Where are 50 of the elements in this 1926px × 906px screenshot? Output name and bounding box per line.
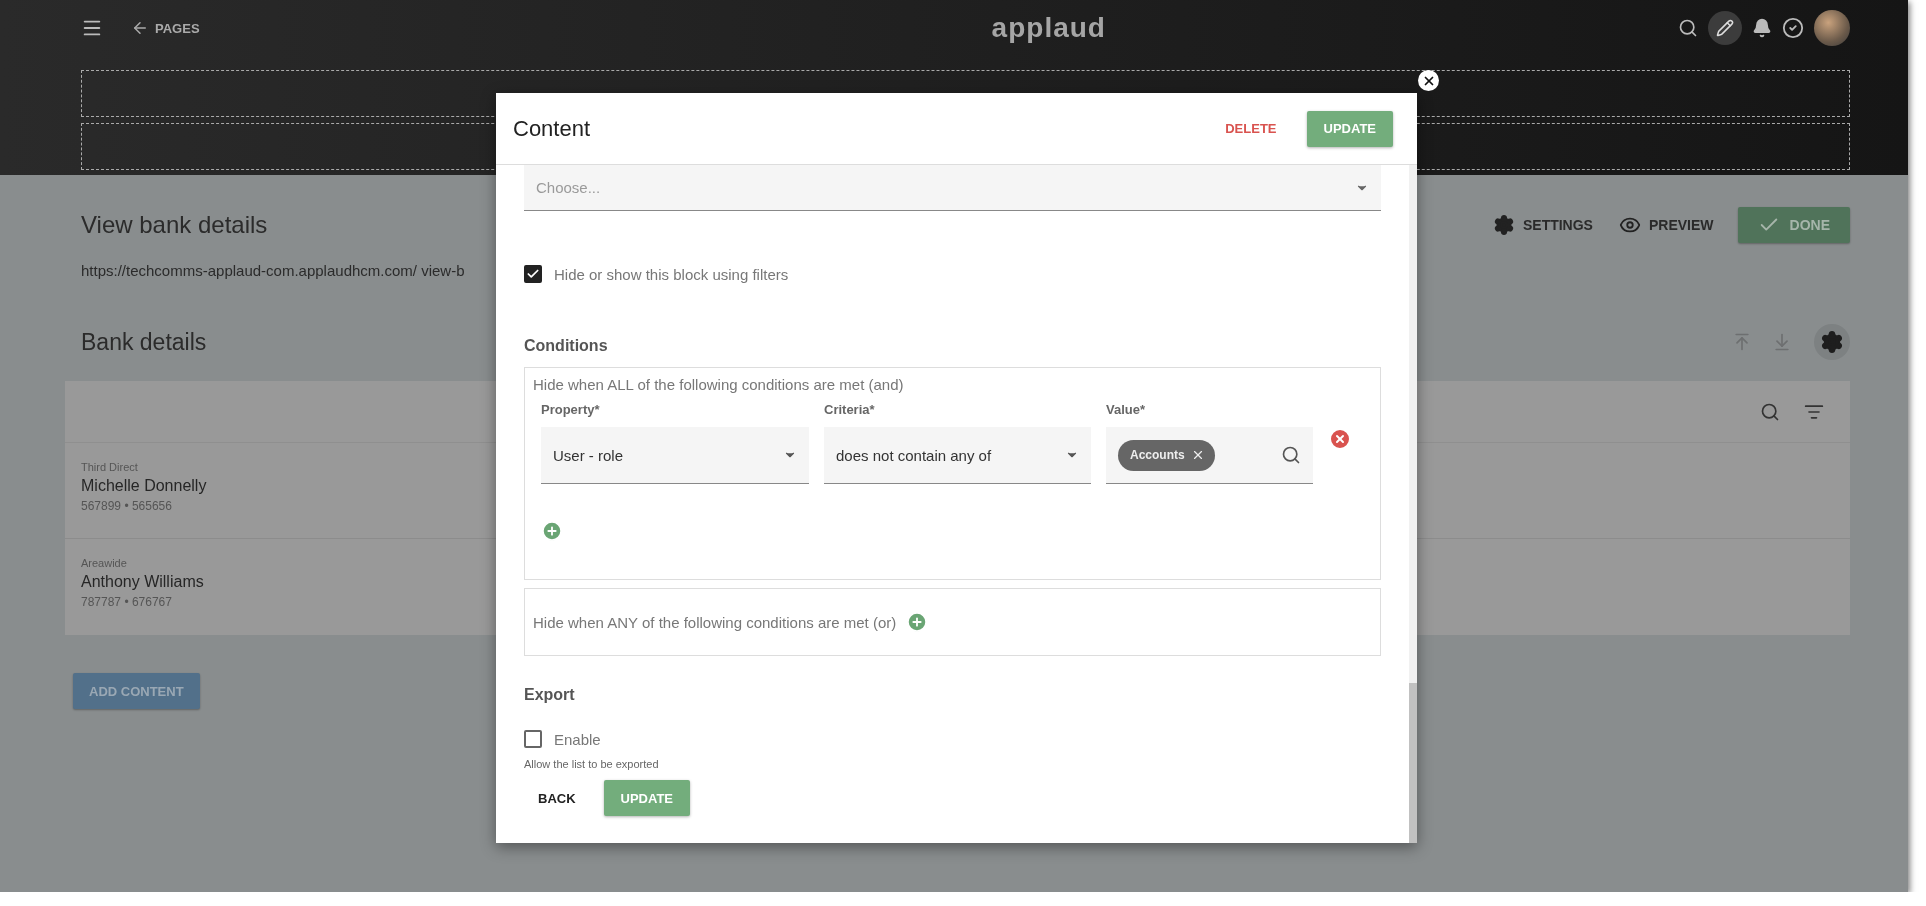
bank-name: Areawide [81,557,127,569]
section-title: Bank details [81,328,207,356]
pencil-icon[interactable] [1708,11,1742,45]
checkbox-label: Enable [554,730,601,748]
bell-icon[interactable] [1752,18,1772,38]
update-button[interactable]: UPDATE [1306,110,1393,147]
enable-checkbox[interactable] [524,730,542,748]
property-select[interactable]: User - role [541,427,809,484]
account-numbers: 567899 • 565656 [81,499,172,513]
helper-text: Allow the list to be exported [524,758,660,770]
done-button[interactable]: DONE [1737,207,1850,243]
scrollbar[interactable] [1409,165,1417,843]
back-button[interactable]: BACK [524,780,590,816]
export-heading: Export [524,686,576,704]
filter-checkbox[interactable] [524,265,542,283]
value-field[interactable]: Accounts [1106,427,1313,484]
account-holder: Michelle Donnelly [81,477,207,495]
avatar[interactable] [1814,10,1850,46]
page-title: View bank details [81,211,268,239]
gear-icon [1492,214,1515,236]
column-label: Property* [541,402,601,417]
checkbox-label: Hide or show this block using filters [554,265,789,283]
bank-name: Third Direct [81,461,138,473]
column-label: Value* [1106,402,1147,417]
criteria-select[interactable]: does not contain any of [824,427,1091,484]
add-condition-button[interactable] [906,611,929,633]
check-icon [526,267,540,281]
search-icon[interactable] [1678,18,1698,38]
value-chip[interactable]: Accounts [1118,439,1215,471]
settings-button[interactable]: SETTINGS [1492,214,1593,236]
group-title: Hide when ALL of the following conditions are met (and) [533,376,904,393]
update-button[interactable]: UPDATE [603,780,691,816]
column-label: Criteria* [824,402,876,417]
account-numbers: 787787 • 676767 [81,595,172,609]
gear-icon[interactable] [1814,324,1850,360]
search-icon[interactable] [1281,445,1301,465]
add-condition-button[interactable] [541,520,563,542]
dialog-title: Content [513,115,592,142]
search-icon[interactable] [1760,401,1780,422]
page-url: https://techcomms-applaud-com.applaudhcm.com/ view-b [81,262,465,279]
conditions-heading: Conditions [524,337,609,355]
remove-condition-icon[interactable] [1328,427,1352,451]
choose-select[interactable]: Choose... [524,165,1381,211]
logo: applaud [990,12,1107,44]
preview-button[interactable]: PREVIEW [1618,214,1714,236]
group-title: Hide when ANY of the following conditions are met (or) [533,613,897,631]
back-link[interactable]: PAGES [131,19,200,37]
account-holder: Anthony Williams [81,573,204,591]
delete-button[interactable]: DELETE [1219,120,1283,137]
check-circle-icon[interactable] [1782,17,1804,39]
